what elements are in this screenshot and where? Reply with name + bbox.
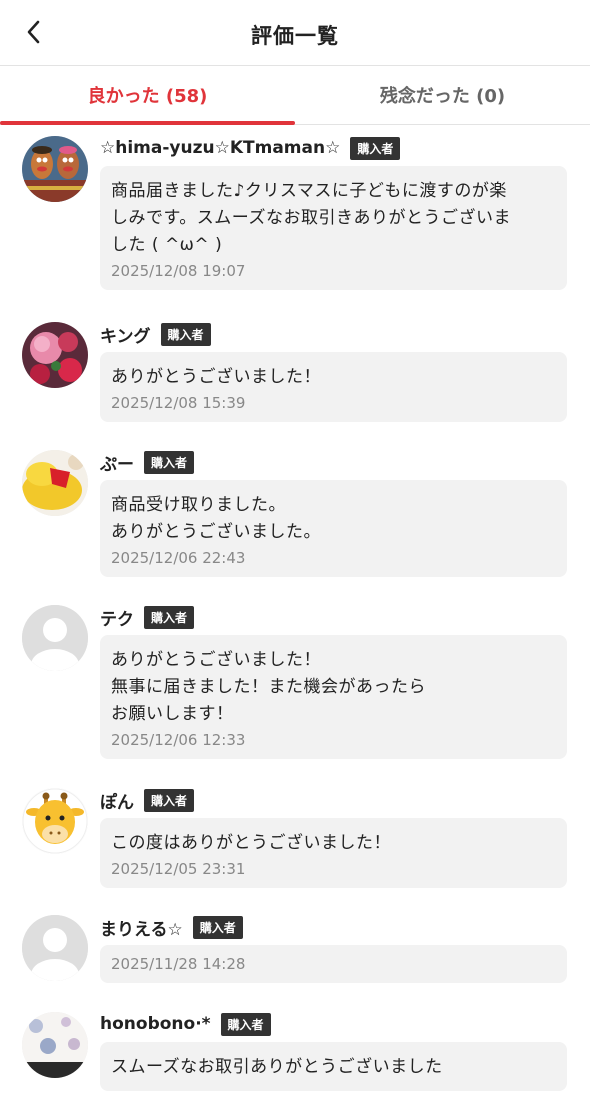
username[interactable]: ぷー [100, 450, 134, 475]
buyer-badge: 購入者 [220, 1012, 271, 1036]
review-item: まりえる☆ 購入者 2025/11/28 14:28 [0, 905, 590, 1002]
comment-text: この度はありがとうございました！ [111, 833, 391, 853]
comment-bubble: この度はありがとうございました！ 2025/12/05 23:31 [100, 818, 567, 888]
review-name-row: honobono·* 購入者 [100, 1010, 271, 1038]
avatar[interactable] [22, 788, 88, 854]
username[interactable]: honobono·* [100, 1014, 211, 1034]
review-name-row: キング 購入者 [100, 320, 211, 348]
avatar[interactable] [22, 1012, 88, 1078]
username[interactable]: キング [100, 322, 151, 347]
avatar[interactable] [22, 450, 88, 516]
timestamp: 2025/12/08 19:07 [111, 262, 246, 280]
default-user-icon [22, 605, 88, 671]
page-title: 評価一覧 [251, 24, 339, 48]
review-item: テク 購入者 ありがとうございました！ 無事に届きました！また機会があったら お… [0, 595, 590, 778]
avatar[interactable] [22, 322, 88, 388]
buyer-badge: 購入者 [350, 136, 401, 160]
timestamp: 2025/12/05 23:31 [111, 860, 246, 878]
review-item: ぷー 購入者 商品受け取りました。 ありがとうございました。 2025/12/0… [0, 440, 590, 595]
default-user-icon [22, 915, 88, 981]
comment-bubble: 商品届きました♪クリスマスに子どもに渡すのが楽 しみです。スムーズなお取引きあり… [100, 166, 567, 290]
review-item: honobono·* 購入者 スムーズなお取引ありがとうございました [0, 1002, 590, 1102]
review-name-row: テク 購入者 [100, 603, 195, 631]
timestamp: 2025/12/06 22:43 [111, 549, 246, 567]
buyer-badge: 購入者 [192, 915, 243, 939]
avatar[interactable] [22, 915, 88, 981]
avatar[interactable] [22, 605, 88, 671]
comment-bubble: 商品受け取りました。 ありがとうございました。 2025/12/06 22:43 [100, 480, 567, 577]
comment-bubble: 2025/11/28 14:28 [100, 945, 567, 983]
avatar[interactable] [22, 136, 88, 202]
buyer-badge: 購入者 [144, 605, 195, 629]
username[interactable]: ☆hima-yuzu☆KTmaman☆ [100, 138, 340, 158]
username[interactable]: ぽん [100, 788, 134, 813]
timestamp: 2025/12/06 12:33 [111, 731, 246, 749]
username[interactable]: テク [100, 605, 134, 630]
app-header: 評価一覧 [0, 0, 590, 66]
review-list: ☆hima-yuzu☆KTmaman☆ 購入者 商品届きました♪クリスマスに子ど… [0, 126, 590, 1102]
review-name-row: ぽん 購入者 [100, 786, 195, 814]
timestamp: 2025/12/08 15:39 [111, 394, 246, 412]
plush-toy-photo [22, 450, 88, 516]
review-item: ☆hima-yuzu☆KTmaman☆ 購入者 商品届きました♪クリスマスに子ど… [0, 126, 590, 312]
tab-good[interactable]: 良かった (58) [0, 66, 295, 125]
review-tabs: 良かった (58) 残念だった (0) [0, 66, 590, 125]
review-item: キング 購入者 ありがとうございました！ 2025/12/08 15:39 [0, 312, 590, 440]
review-name-row: まりえる☆ 購入者 [100, 913, 243, 941]
timestamp: 2025/11/28 14:28 [111, 955, 246, 973]
comment-text: スムーズなお取引ありがとうございました [111, 1057, 443, 1077]
comment-text: 商品届きました♪クリスマスに子どもに渡すのが楽 しみです。スムーズなお取引きあり… [111, 181, 511, 255]
buyer-badge: 購入者 [144, 788, 195, 812]
comment-bubble: ありがとうございました！ 無事に届きました！また機会があったら お願いします！ … [100, 635, 567, 759]
toy-figures-photo [22, 136, 88, 202]
review-name-row: ☆hima-yuzu☆KTmaman☆ 購入者 [100, 134, 401, 162]
comment-text: ありがとうございました！ [111, 367, 321, 387]
review-item: ぽん 購入者 この度はありがとうございました！ 2025/12/05 23:31 [0, 778, 590, 905]
review-name-row: ぷー 購入者 [100, 448, 195, 476]
buyer-badge: 購入者 [160, 322, 211, 346]
floral-pattern-photo [22, 1012, 88, 1078]
comment-text: ありがとうございました！ 無事に届きました！また機会があったら お願いします！ [111, 650, 426, 724]
username[interactable]: まりえる☆ [100, 915, 183, 940]
comment-bubble: ありがとうございました！ 2025/12/08 15:39 [100, 352, 567, 422]
giraffe-icon [22, 788, 88, 854]
flowers-photo [22, 322, 88, 388]
buyer-badge: 購入者 [144, 450, 195, 474]
comment-text: 商品受け取りました。 ありがとうございました。 [111, 495, 321, 542]
comment-bubble: スムーズなお取引ありがとうございました [100, 1042, 567, 1091]
tab-bad[interactable]: 残念だった (0) [295, 66, 590, 124]
